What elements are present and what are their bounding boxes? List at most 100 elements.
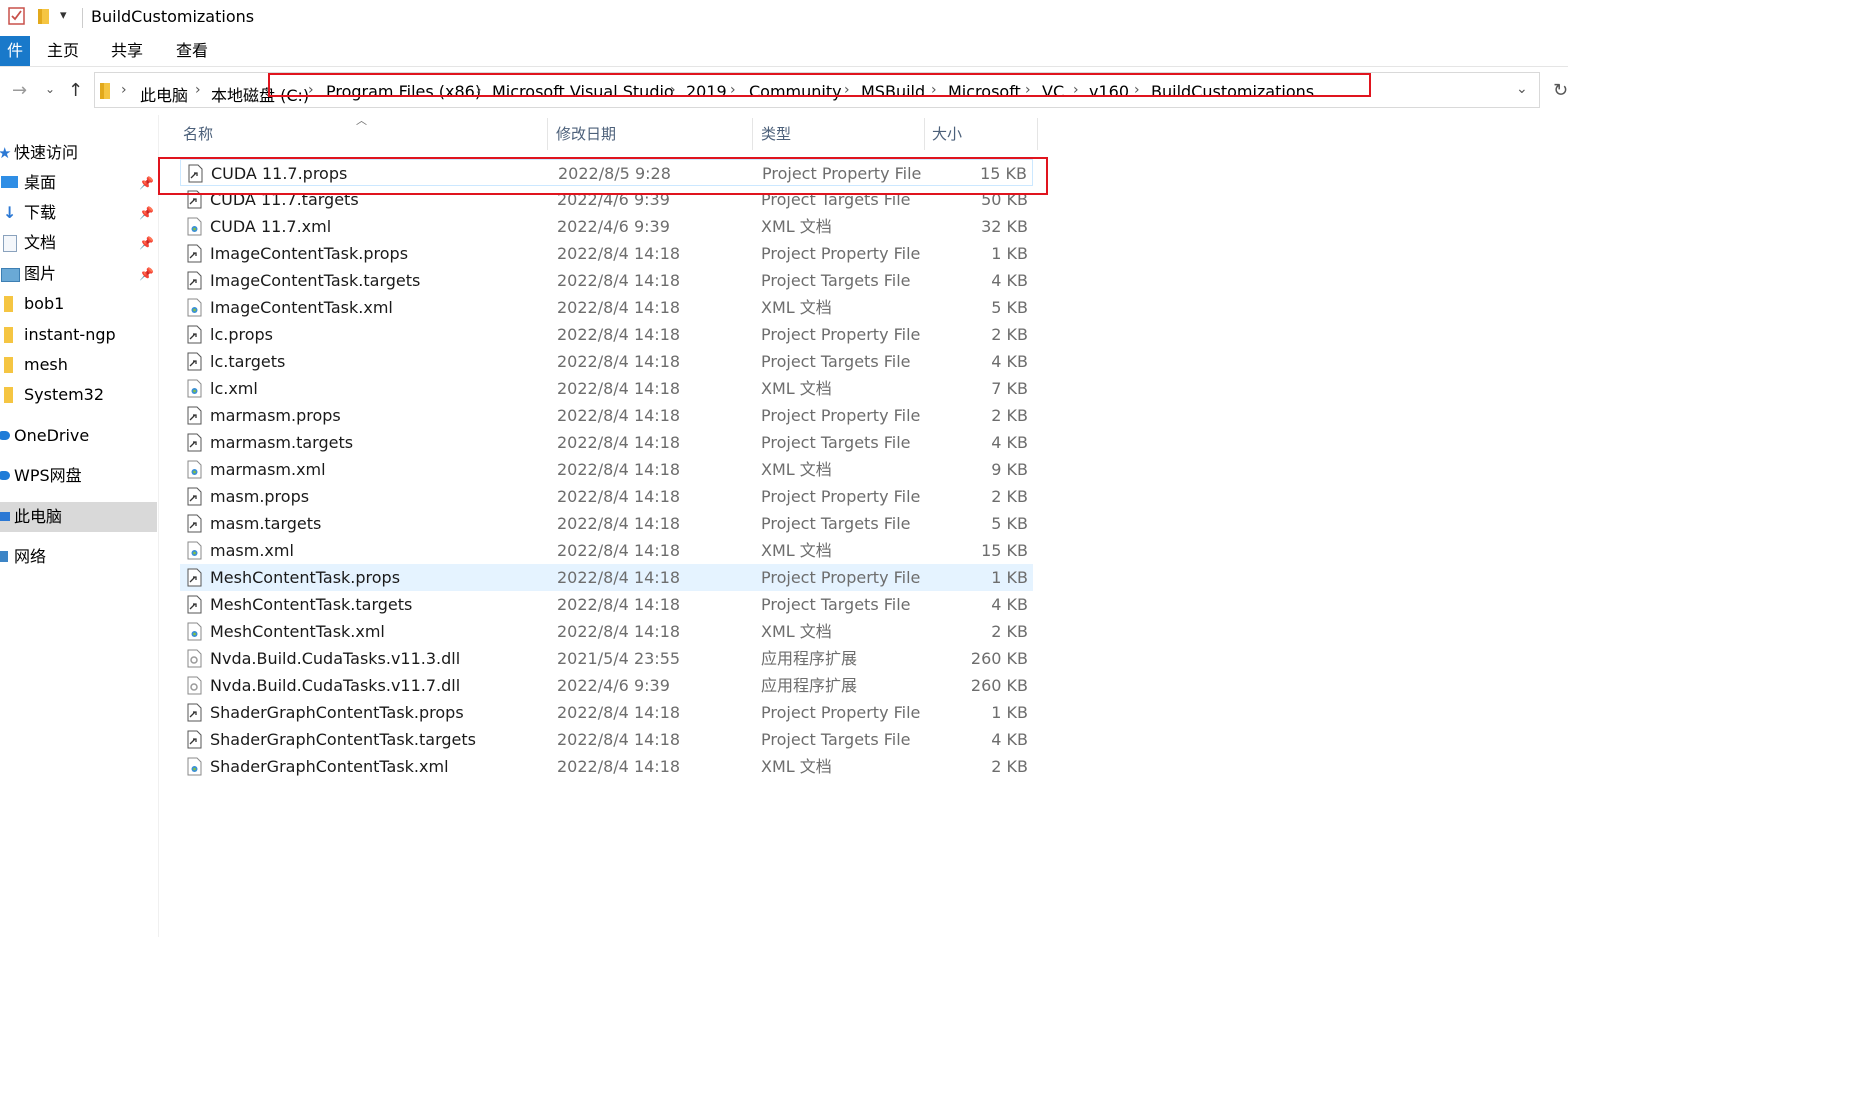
file-row[interactable]: MeshContentTask.xml 2022/8/4 14:18 XML 文档 2…	[180, 618, 1033, 645]
file-type: Project Property File	[761, 703, 921, 722]
file-size: 260 KB	[970, 649, 1028, 668]
file-row[interactable]: MeshContentTask.props 2022/8/4 14:18 Proje…	[180, 564, 1033, 591]
file-row[interactable]: ImageContentTask.xml 2022/8/4 14:18 XML 文档…	[180, 294, 1033, 321]
sidebar-item-downloads[interactable]: ↓ 下载 📌	[0, 199, 157, 227]
tab-view[interactable]: 查看	[176, 36, 208, 66]
breadcrumb-this-pc[interactable]: 此电脑	[140, 82, 188, 106]
sidebar-item-wps-cloud[interactable]: WPS网盘	[0, 462, 157, 490]
file-row[interactable]: Nvda.Build.CudaTasks.v11.3.dll 2021/5/4 2…	[180, 645, 1033, 672]
sidebar-item-instant-ngp[interactable]: instant-ngp	[0, 321, 157, 349]
props-file-icon	[186, 514, 203, 533]
properties-icon[interactable]	[8, 6, 26, 26]
file-name: lc.props	[210, 325, 273, 344]
sidebar-item-documents[interactable]: 文档 📌	[0, 229, 157, 257]
file-type: XML 文档	[761, 217, 832, 236]
file-row[interactable]: ImageContentTask.targets 2022/8/4 14:18 Pr…	[180, 267, 1033, 294]
file-name: ImageContentTask.targets	[210, 271, 421, 290]
refresh-icon[interactable]: ↻	[1553, 80, 1568, 101]
props-file-icon	[186, 703, 203, 722]
props-file-icon	[186, 487, 203, 506]
file-name: MeshContentTask.targets	[210, 595, 413, 614]
file-row[interactable]: marmasm.targets 2022/8/4 14:18 Project Tar…	[180, 429, 1033, 456]
props-file-icon	[186, 352, 203, 371]
tab-file[interactable]: 件	[0, 36, 30, 66]
forward-button[interactable]: →	[12, 80, 27, 101]
xml-file-icon	[186, 541, 203, 560]
file-row[interactable]: MeshContentTask.targets 2022/8/4 14:18 Pro…	[180, 591, 1033, 618]
pictures-icon	[1, 268, 20, 282]
file-row[interactable]: lc.props 2022/8/4 14:18 Project Property F…	[180, 321, 1033, 348]
ribbon-tabs: 件 主页 共享 查看	[0, 36, 1568, 67]
file-date: 2022/8/4 14:18	[557, 595, 681, 614]
xml-file-icon	[186, 757, 203, 776]
file-size: 4 KB	[991, 352, 1028, 371]
column-header-type[interactable]: 类型	[761, 116, 791, 152]
tab-share[interactable]: 共享	[111, 36, 143, 66]
file-size: 2 KB	[991, 325, 1028, 344]
file-row[interactable]: ImageContentTask.props 2022/8/4 14:18 Proj…	[180, 240, 1033, 267]
file-date: 2022/8/4 14:18	[557, 541, 681, 560]
file-date: 2022/8/4 14:18	[557, 568, 681, 587]
sidebar-item-this-pc[interactable]: 此电脑	[0, 502, 157, 532]
column-header-name[interactable]: 名称	[183, 116, 213, 152]
file-type: Project Targets File	[761, 730, 911, 749]
file-row[interactable]: lc.xml 2022/8/4 14:18 XML 文档 7 KB	[180, 375, 1033, 402]
column-header-size[interactable]: 大小	[932, 116, 962, 152]
file-name: MeshContentTask.xml	[210, 622, 385, 641]
sidebar-item-onedrive[interactable]: OneDrive	[0, 422, 157, 450]
breadcrumb-separator[interactable]: ›	[195, 82, 201, 98]
file-row[interactable]: marmasm.props 2022/8/4 14:18 Project Prope…	[180, 402, 1033, 429]
sidebar-item-system32[interactable]: System32	[0, 381, 157, 409]
breadcrumb-separator[interactable]: ›	[121, 82, 127, 98]
column-divider[interactable]	[547, 118, 548, 150]
column-divider[interactable]	[1037, 118, 1038, 150]
file-row[interactable]: masm.props 2022/8/4 14:18 Project Property…	[180, 483, 1033, 510]
column-divider[interactable]	[752, 118, 753, 150]
file-date: 2022/8/4 14:18	[557, 460, 681, 479]
file-name: lc.targets	[210, 352, 286, 371]
file-size: 1 KB	[991, 703, 1028, 722]
customize-toolbar-icon[interactable]: ▾	[60, 8, 67, 23]
sidebar-item-desktop[interactable]: 桌面 📌	[0, 169, 157, 197]
file-row[interactable]: lc.targets 2022/8/4 14:18 Project Targets …	[180, 348, 1033, 375]
file-name: marmasm.targets	[210, 433, 354, 452]
file-row[interactable]: CUDA 11.7.xml 2022/4/6 9:39 XML 文档 32 KB	[180, 213, 1033, 240]
pin-icon[interactable]: 📌	[139, 169, 154, 197]
sidebar-item-quick-access[interactable]: ★ 快速访问	[0, 139, 157, 167]
file-name: marmasm.xml	[210, 460, 326, 479]
dll-file-icon	[186, 676, 203, 695]
file-row[interactable]: ShaderGraphContentTask.targets 2022/8/4 1…	[180, 726, 1033, 753]
pin-icon[interactable]: 📌	[139, 260, 154, 288]
column-divider[interactable]	[924, 118, 925, 150]
file-type: Project Property File	[761, 244, 921, 263]
new-folder-icon[interactable]	[36, 6, 52, 26]
recent-locations-button[interactable]: ⌄	[45, 82, 55, 96]
props-file-icon	[186, 433, 203, 452]
column-header-date[interactable]: 修改日期	[556, 116, 616, 152]
folder-icon	[4, 327, 13, 343]
pin-icon[interactable]: 📌	[139, 229, 154, 257]
file-row[interactable]: marmasm.xml 2022/8/4 14:18 XML 文档 9 KB	[180, 456, 1033, 483]
file-type: XML 文档	[761, 460, 832, 479]
sort-ascending-icon: ︿	[356, 114, 367, 127]
file-name: masm.props	[210, 487, 310, 506]
sidebar-item-bob1[interactable]: bob1	[0, 290, 157, 318]
sidebar-item-mesh[interactable]: mesh	[0, 351, 157, 379]
file-row[interactable]: masm.targets 2022/8/4 14:18 Project Target…	[180, 510, 1033, 537]
sidebar-item-pictures[interactable]: 图片 📌	[0, 260, 157, 288]
file-date: 2022/8/4 14:18	[557, 703, 681, 722]
sidebar-item-label: 文档	[24, 233, 57, 252]
file-row[interactable]: masm.xml 2022/8/4 14:18 XML 文档 15 KB	[180, 537, 1033, 564]
file-type: Project Targets File	[761, 433, 911, 452]
props-file-icon	[186, 325, 203, 344]
file-row[interactable]: ShaderGraphContentTask.xml 2022/8/4 14:18…	[180, 753, 1033, 780]
file-size: 2 KB	[991, 757, 1028, 776]
address-history-dropdown[interactable]: ⌄	[1516, 81, 1528, 97]
tab-home[interactable]: 主页	[47, 36, 79, 66]
file-row[interactable]: Nvda.Build.CudaTasks.v11.7.dll 2022/4/6 9…	[180, 672, 1033, 699]
file-date: 2022/8/4 14:18	[557, 514, 681, 533]
pin-icon[interactable]: 📌	[139, 199, 154, 227]
up-button[interactable]: ↑	[68, 80, 83, 101]
sidebar-item-network[interactable]: 网络	[0, 543, 157, 571]
file-row[interactable]: ShaderGraphContentTask.props 2022/8/4 14:…	[180, 699, 1033, 726]
